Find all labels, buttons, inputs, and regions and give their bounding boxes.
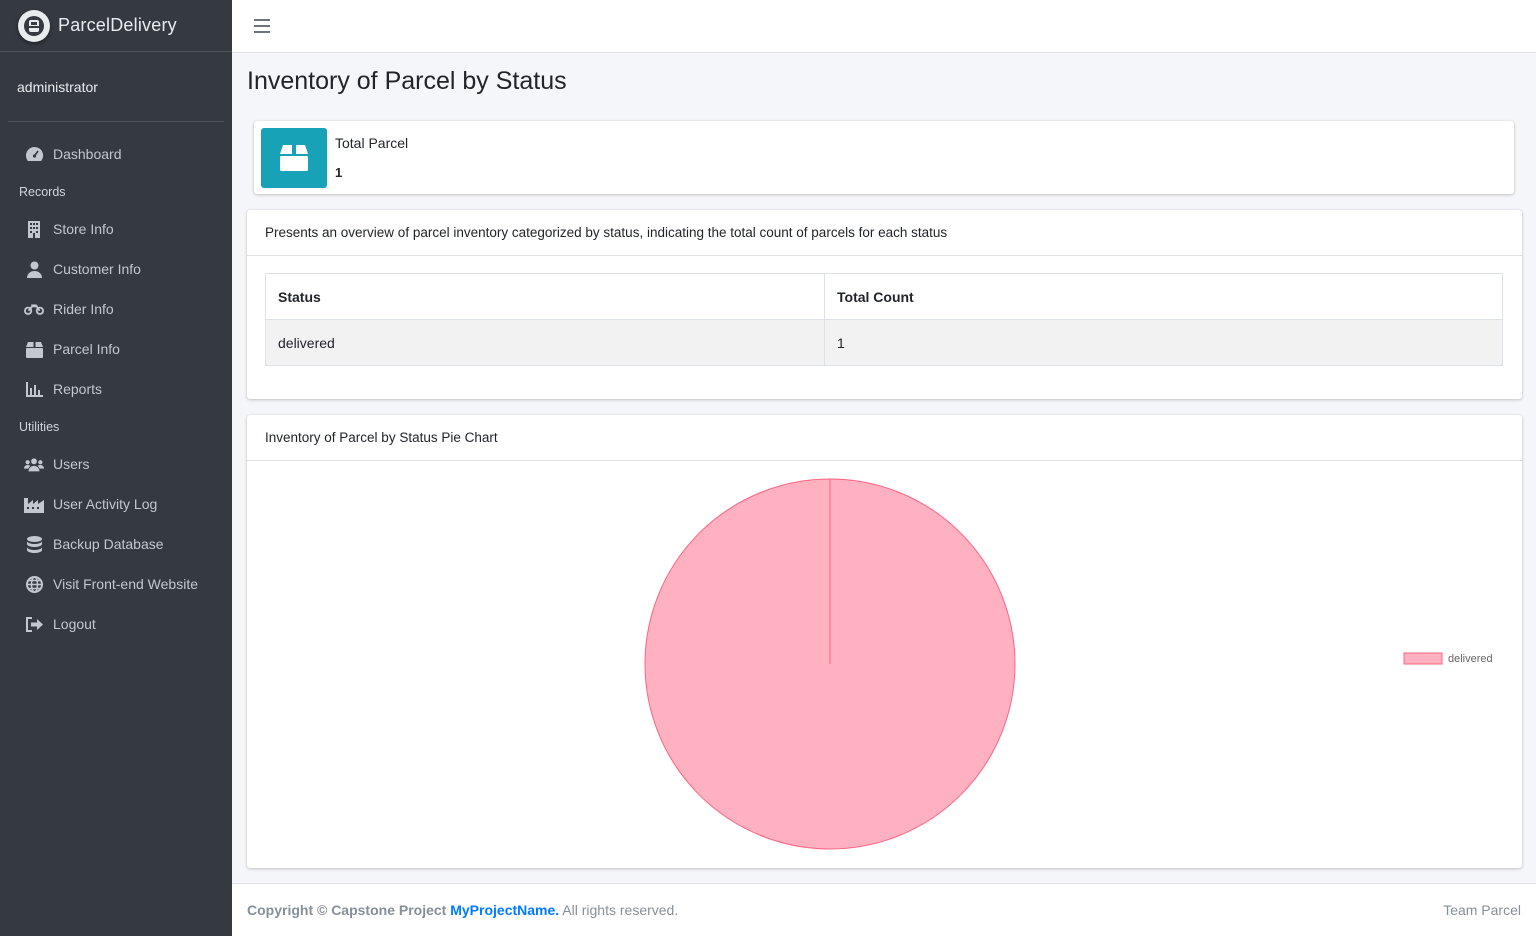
pie-chart-card-header: Inventory of Parcel by Status Pie Chart <box>247 415 1522 461</box>
sidebar: ParcelDelivery administrator Dashboard R… <box>0 0 232 936</box>
sidebar-item-parcel-info[interactable]: Parcel Info <box>0 329 232 369</box>
pie-chart: delivered <box>644 478 1493 850</box>
user-panel[interactable]: administrator <box>8 52 224 122</box>
motorcycle-icon <box>24 299 44 319</box>
pie-slice-delivered[interactable] <box>644 478 1016 850</box>
chart-bar-icon <box>24 379 44 399</box>
column-header-total-count: Total Count <box>824 273 1503 320</box>
footer: Copyright © Capstone Project MyProjectNa… <box>232 883 1536 936</box>
legend-label-delivered[interactable]: delivered <box>1448 653 1493 665</box>
column-header-status: Status <box>265 273 825 320</box>
sidebar-item-users[interactable]: Users <box>0 444 232 484</box>
sidebar-item-label: Backup Database <box>53 536 164 552</box>
sidebar-item-reports[interactable]: Reports <box>0 369 232 409</box>
info-box-value: 1 <box>335 165 343 180</box>
sidebar-nav: Dashboard Records Store Info Customer In… <box>0 122 232 644</box>
sidebar-item-label: Customer Info <box>53 261 141 277</box>
sidebar-item-user-activity-log[interactable]: User Activity Log <box>0 484 232 524</box>
brand-name: ParcelDelivery <box>58 15 177 35</box>
page-title: Inventory of Parcel by Status <box>247 67 567 95</box>
brand-link[interactable]: ParcelDelivery <box>0 0 232 52</box>
sidebar-item-logout[interactable]: Logout <box>0 604 232 644</box>
legend-swatch-delivered[interactable] <box>1403 652 1443 665</box>
users-icon <box>24 454 44 474</box>
pie-chart-container: delivered <box>247 461 1522 868</box>
info-box-label: Total Parcel <box>335 135 409 151</box>
cell-total-count: 1 <box>824 319 1503 366</box>
box-open-icon <box>261 127 327 188</box>
top-navbar <box>232 0 1536 53</box>
sidebar-item-label: Dashboard <box>53 146 122 162</box>
brand-logo-icon <box>18 9 50 42</box>
tachometer-icon <box>24 144 44 164</box>
sidebar-item-customer-info[interactable]: Customer Info <box>0 249 232 289</box>
cell-status: delivered <box>265 319 825 366</box>
footer-copyright: Copyright © Capstone Project MyProjectNa… <box>247 902 678 918</box>
nav-header-utilities: Utilities <box>19 419 60 434</box>
total-parcel-info-box: Total Parcel 1 <box>254 121 1514 194</box>
sidebar-item-label: Users <box>53 456 90 472</box>
sidebar-item-label: Reports <box>53 381 103 397</box>
sidebar-item-store-info[interactable]: Store Info <box>0 209 232 249</box>
box-icon <box>24 339 44 359</box>
user-icon <box>24 259 44 279</box>
building-icon <box>24 219 44 239</box>
sidebar-item-rider-info[interactable]: Rider Info <box>0 289 232 329</box>
sidebar-item-label: Logout <box>53 616 96 632</box>
status-table: Status Total Count delivered 1 <box>265 273 1503 366</box>
industry-icon <box>24 494 44 514</box>
sidebar-item-dashboard[interactable]: Dashboard <box>0 134 232 174</box>
overview-card: Presents an overview of parcel inventory… <box>247 210 1522 399</box>
rights-text: All rights reserved. <box>562 902 679 918</box>
sidebar-item-label: Rider Info <box>53 301 114 317</box>
sidebar-item-label: User Activity Log <box>53 496 158 512</box>
sidebar-item-label: Store Info <box>53 221 114 237</box>
globe-icon <box>24 574 44 594</box>
sidebar-item-label: Visit Front-end Website <box>53 576 198 592</box>
pie-chart-card: Inventory of Parcel by Status Pie Chart … <box>247 415 1522 868</box>
sign-out-icon <box>24 614 44 634</box>
sidebar-item-label: Parcel Info <box>53 341 120 357</box>
database-icon <box>24 534 44 554</box>
project-name-link[interactable]: MyProjectName. <box>450 902 559 918</box>
table-row: delivered 1 <box>265 319 1503 366</box>
sidebar-item-visit-frontend[interactable]: Visit Front-end Website <box>0 564 232 604</box>
copyright-prefix: Copyright © Capstone Project <box>247 902 447 918</box>
overview-card-header: Presents an overview of parcel inventory… <box>247 210 1522 256</box>
footer-team: Team Parcel <box>1443 902 1521 918</box>
table-header-row: Status Total Count <box>265 273 1503 320</box>
nav-header-records: Records <box>19 184 66 199</box>
menu-toggle-icon[interactable] <box>254 19 270 33</box>
user-name: administrator <box>17 78 98 95</box>
sidebar-item-backup-database[interactable]: Backup Database <box>0 524 232 564</box>
